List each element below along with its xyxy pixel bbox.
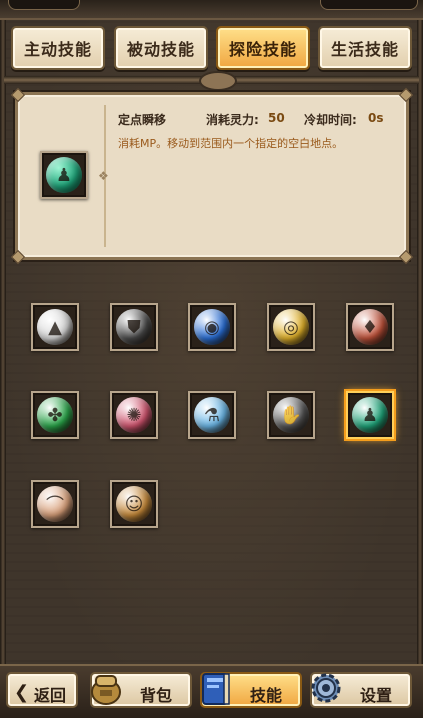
mp-cost-label: 消耗灵力: [206,113,259,127]
skill-slot[interactable]: ◉ [188,303,236,351]
skill-slot[interactable]: ✋ [267,391,315,439]
right-frame [417,0,423,716]
character-portrait-icon: ☺ [124,493,144,515]
cooldown-value: 0s [368,111,384,125]
top-strip [0,0,423,20]
shield-icon: ⛊ [127,316,141,338]
skill-slot[interactable]: ◎ [267,303,315,351]
skills-button[interactable]: 技能 [200,672,302,708]
settings-button[interactable]: 设置 [310,672,412,708]
gear-icon: ✺ [126,404,142,426]
mp-cost-value: 50 [268,111,285,125]
bag-icon [91,675,121,705]
skill-slot[interactable]: ⛊ [110,303,158,351]
separator-ornament: ❖ [98,169,109,183]
settings-label: 设置 [360,686,393,705]
skill-description: 消耗MP。移动到范围内一个指定的空白地点。 [118,137,344,150]
skill-slot[interactable]: ♟ [346,391,394,439]
left-frame [0,0,6,716]
skill-slot[interactable]: ⌒ [31,480,79,528]
scroll-icon: ⌒ [46,495,64,516]
skill-slot[interactable]: ♦ [346,303,394,351]
tab-life-skills[interactable]: 生活技能 [318,26,412,70]
skill-slot[interactable]: ⚗ [188,391,236,439]
skill-book-icon [202,673,230,705]
tab-active-skills[interactable]: 主动技能 [11,26,105,70]
golden-eye-icon: ◎ [283,316,299,338]
skills-label: 技能 [250,686,283,705]
back-label: 返回 [34,686,67,705]
hand-icon: ✋ [279,404,303,426]
tab-adventure-skills[interactable]: 探险技能 [216,26,310,70]
teeth-trap-icon: ▲ [48,316,62,338]
skill-slot[interactable]: ✤ [31,391,79,439]
skill-name: 定点瞬移 [118,113,167,127]
skill-category-tabs: 主动技能 被动技能 探险技能 生活技能 [0,26,423,74]
cooldown-label: 冷却时间: [304,113,357,127]
teleport-figure-icon: ♟ [361,404,379,426]
tab-passive-skills[interactable]: 被动技能 [114,26,208,70]
bag-label: 背包 [140,686,173,705]
candle-icon: ♦ [361,316,379,338]
skill-slot[interactable]: ☺ [110,480,158,528]
potion-flask-icon: ⚗ [203,404,221,426]
eye-icon: ◉ [204,316,220,338]
header-divider [4,71,419,91]
skill-slot[interactable]: ▲ [31,303,79,351]
back-arrow-icon: ❮ [14,682,30,703]
gear-icon [311,673,341,703]
bag-button[interactable]: 背包 [90,672,192,708]
skill-detail-panel: ❖ ♟ 定点瞬移 消耗灵力: 50 冷却时间: 0s 消耗MP。移动到范围内一个… [10,87,414,265]
back-button[interactable]: ❮ 返回 [6,672,78,708]
green-creature-icon: ✤ [47,404,63,426]
teleport-figure-icon: ♟ [55,164,73,186]
bottom-nav-bar: ❮ 返回 背包 技能 设置 [0,664,423,718]
selected-skill-icon: ♟ [40,151,88,199]
skill-slot[interactable]: ✺ [110,391,158,439]
